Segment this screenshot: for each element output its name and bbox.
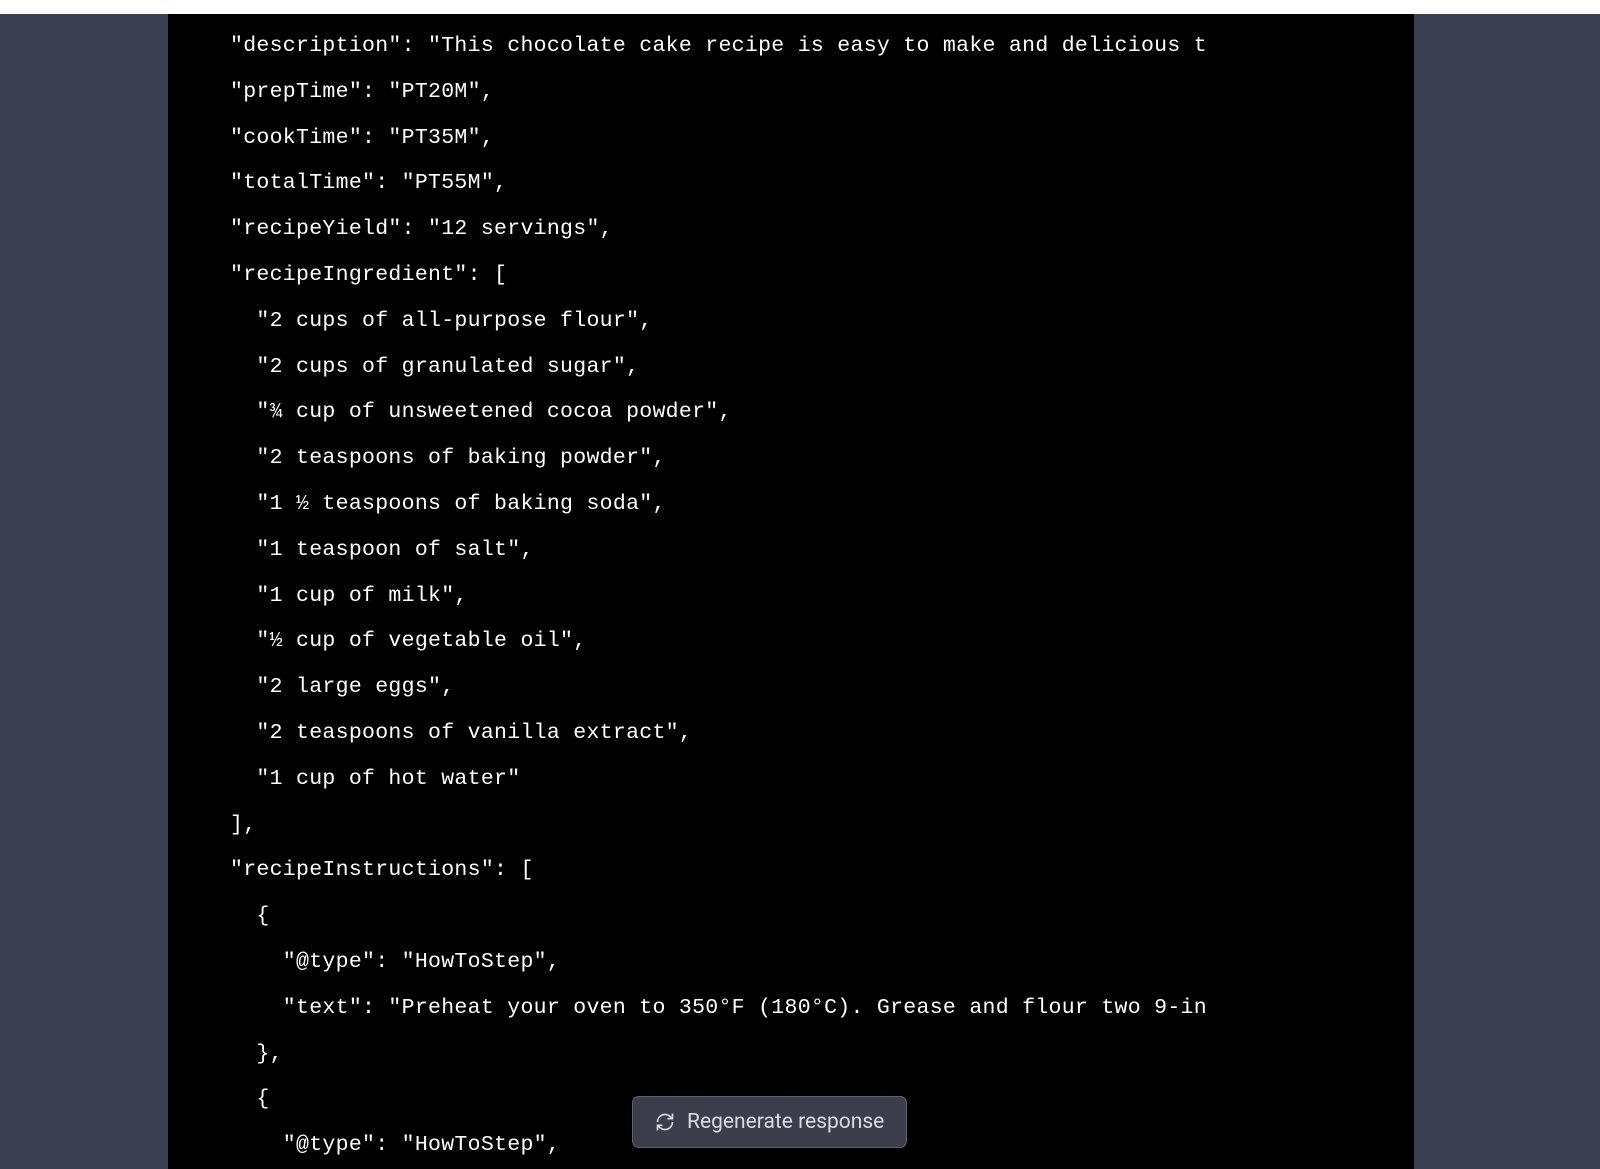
code-line: "2 cups of all-purpose flour", <box>230 309 652 333</box>
code-line: { <box>230 1087 270 1111</box>
code-content[interactable]: "description": "This chocolate cake reci… <box>168 14 1414 1169</box>
code-line: "description": "This chocolate cake reci… <box>230 34 1207 58</box>
refresh-icon <box>655 1112 675 1132</box>
code-line: "1 cup of hot water" <box>230 767 520 791</box>
code-line: "2 teaspoons of baking powder", <box>230 446 666 470</box>
top-white-bar <box>0 0 1600 14</box>
code-line: "@type": "HowToStep", <box>230 1133 560 1157</box>
regenerate-response-button[interactable]: Regenerate response <box>632 1096 907 1148</box>
code-line: "prepTime": "PT20M", <box>230 80 494 104</box>
code-line: "@type": "HowToStep", <box>230 950 560 974</box>
code-line: "½ cup of vegetable oil", <box>230 629 586 653</box>
code-line: ], <box>230 813 256 837</box>
code-line: }, <box>230 1042 283 1066</box>
code-line: { <box>230 904 270 928</box>
code-line: "totalTime": "PT55M", <box>230 171 507 195</box>
code-line: "recipeIngredient": [ <box>230 263 507 287</box>
code-line: "2 cups of granulated sugar", <box>230 355 639 379</box>
code-line: "recipeYield": "12 servings", <box>230 217 613 241</box>
code-line: "recipeInstructions": [ <box>230 858 534 882</box>
code-line: "cookTime": "PT35M", <box>230 126 494 150</box>
code-line: "text": "Preheat your oven to 350°F (180… <box>230 996 1207 1020</box>
code-line: "1 cup of milk", <box>230 584 468 608</box>
regenerate-button-label: Regenerate response <box>687 1110 884 1134</box>
code-line: "1 teaspoon of salt", <box>230 538 534 562</box>
code-line: "2 teaspoons of vanilla extract", <box>230 721 692 745</box>
code-block: "description": "This chocolate cake reci… <box>168 14 1414 1169</box>
code-line: "¾ cup of unsweetened cocoa powder", <box>230 400 732 424</box>
code-line: "1 ½ teaspoons of baking soda", <box>230 492 666 516</box>
code-line: "2 large eggs", <box>230 675 454 699</box>
